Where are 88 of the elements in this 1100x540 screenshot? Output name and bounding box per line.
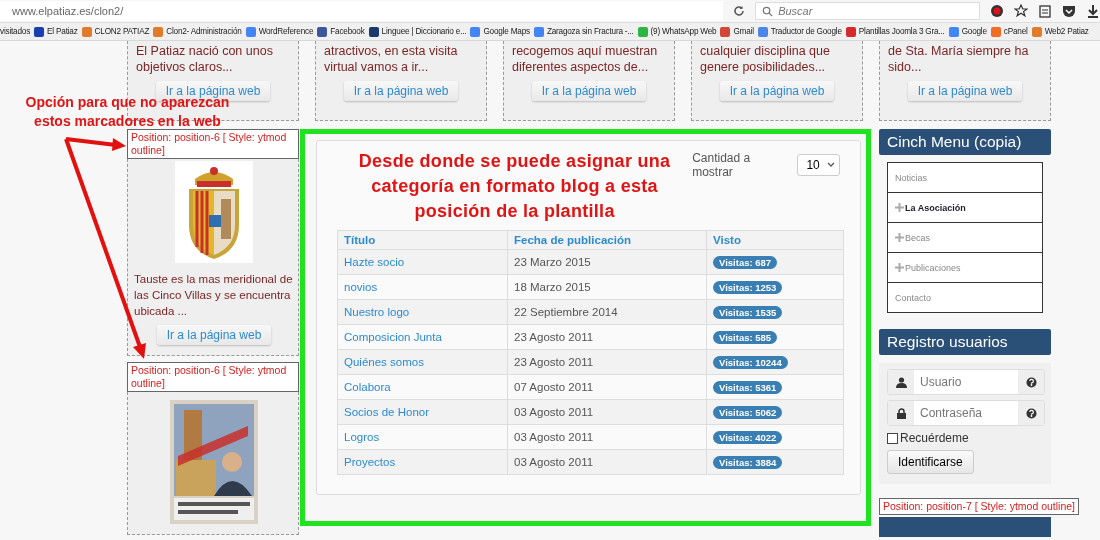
card-text: El Patiaz nació con unos objetivos claros... <box>136 43 274 75</box>
remember-label: Recuérdeme <box>900 431 969 445</box>
table-cell: 22 Septiembre 2014 <box>507 299 707 325</box>
bookmark[interactable]: Facebook <box>317 26 365 37</box>
record-icon[interactable] <box>990 4 1004 18</box>
menu-item[interactable]: Noticias <box>888 163 1042 193</box>
bookmark[interactable]: Clon2- Administración <box>153 26 242 37</box>
search-field[interactable]: Buscar <box>755 2 980 20</box>
menu-item[interactable]: Contacto <box>888 283 1042 312</box>
bookmark[interactable]: WordReference <box>245 26 314 37</box>
table-cell: 18 Marzo 2015 <box>507 274 707 300</box>
views-badge: Visitas: 4022 <box>713 431 783 444</box>
card-text: atractivos, en esta visita virtual vamos a ir... <box>324 43 459 75</box>
bookmark[interactable]: Plantillas Joomla 3 Gra... <box>845 26 945 37</box>
login-button[interactable]: Identificarse <box>887 450 974 474</box>
download-icon[interactable] <box>1086 4 1100 18</box>
card-text: de Sta. María siempre ha sido... <box>888 43 1030 75</box>
module-title: Cinch Menu (copia) <box>879 129 1051 155</box>
views-badge: Visitas: 585 <box>713 331 778 344</box>
bookmark[interactable]: Linguee | Diccionario e... <box>368 26 467 37</box>
module-title: Registro usuarios <box>879 329 1051 355</box>
menu-item[interactable]: Becas <box>888 223 1042 253</box>
article-link[interactable]: Proyectos <box>344 456 396 468</box>
website-button[interactable]: Ir a la página web <box>531 81 647 101</box>
bookmark[interactable]: Web2 Patiaz <box>1031 26 1089 37</box>
bookmark[interactable]: visitados <box>0 27 31 36</box>
menu-item[interactable]: Publicaciones <box>888 253 1042 283</box>
reload-icon[interactable] <box>733 5 746 17</box>
views-badge: Visitas: 1535 <box>713 306 783 319</box>
table-cell: 23 Agosto 2011 <box>507 324 707 350</box>
website-button[interactable]: Ir a la página web <box>343 81 459 101</box>
menu-item[interactable]: La Asociación <box>888 193 1042 223</box>
bookmark[interactable]: cPanel <box>990 26 1028 37</box>
bookmark[interactable]: (9) WhatsApp Web <box>637 26 717 37</box>
table-cell: 03 Agosto 2011 <box>507 424 707 450</box>
bookmark[interactable]: Gmail <box>720 26 754 37</box>
annotation-text: Desde donde se puede asignar una categoría en formato blog a esta posición de la plantilla <box>357 150 672 223</box>
help-icon[interactable] <box>1025 407 1037 419</box>
views-badge: Visitas: 10244 <box>713 356 788 369</box>
position-label: Position: position-7 [ Style: ytmod outline] <box>879 498 1079 515</box>
table-cell: 07 Agosto 2011 <box>507 374 707 400</box>
views-badge: Visitas: 687 <box>713 256 778 269</box>
bookmark[interactable]: El Patiaz <box>34 26 78 37</box>
card-text: Tauste es la mas meridional de las Cinco Villas y se encuentra ubicada ... <box>134 272 294 319</box>
card-text: recogemos aquí muestran diferentes aspectos de... <box>512 43 659 75</box>
user-icon <box>895 376 907 388</box>
search-input[interactable]: Buscar <box>778 5 969 17</box>
website-button[interactable]: Ir a la página web <box>907 81 1023 101</box>
website-button[interactable]: Ir a la página web <box>156 325 272 345</box>
address-field[interactable]: www.elpatiaz.es/clon2/ <box>0 1 724 21</box>
bookmark[interactable]: Google Maps <box>470 26 530 37</box>
column-header[interactable]: Título <box>337 230 508 250</box>
website-button[interactable]: Ir a la página web <box>719 81 835 101</box>
url-text: www.elpatiaz.es/clon2/ <box>12 5 124 17</box>
article-link[interactable]: Colabora <box>344 381 391 393</box>
help-icon[interactable] <box>1025 376 1037 388</box>
remember-checkbox[interactable] <box>887 432 898 444</box>
username-field[interactable]: Usuario <box>887 369 1045 395</box>
column-header[interactable]: Visto <box>706 230 844 250</box>
views-badge: Visitas: 5062 <box>713 406 783 419</box>
bookmark[interactable]: Traductor de Google <box>757 26 842 37</box>
lock-icon <box>895 407 907 419</box>
password-field[interactable]: Contraseña <box>887 400 1045 426</box>
article-link[interactable]: Nuestro logo <box>344 306 410 318</box>
caret-icon <box>827 162 835 168</box>
card-text: cualquier disciplina que genere posibilidades... <box>700 43 831 75</box>
views-badge: Visitas: 5361 <box>713 381 783 394</box>
article-link[interactable]: Logros <box>344 431 380 443</box>
limit-select[interactable]: 10 <box>797 154 840 176</box>
table-cell: 03 Agosto 2011 <box>507 399 707 425</box>
views-badge: Visitas: 1253 <box>713 281 783 294</box>
table-cell: 23 Agosto 2011 <box>507 349 707 375</box>
views-badge: Visitas: 3884 <box>713 456 783 469</box>
pocket-icon[interactable] <box>1062 4 1076 18</box>
article-link[interactable]: novios <box>344 281 378 293</box>
limit-label: Cantidad a mostrar <box>692 151 752 179</box>
search-icon <box>762 5 774 17</box>
star-icon[interactable] <box>1014 4 1028 18</box>
position-label: Position: position-6 [ Style: ytmod outline] <box>127 362 299 392</box>
position-label: Position: position-6 [ Style: ytmod outline] <box>127 129 299 159</box>
article-link[interactable]: Hazte socio <box>344 256 405 268</box>
bookmark[interactable]: Zaragoza sin Fractura -... <box>533 26 634 37</box>
bookmark[interactable]: Google <box>948 26 987 37</box>
table-cell: 23 Marzo 2015 <box>507 249 707 275</box>
table-cell: 03 Agosto 2011 <box>507 449 707 475</box>
column-header[interactable]: Fecha de publicación <box>507 230 707 250</box>
bookmark[interactable]: CLON2 PATIAZ <box>81 26 150 37</box>
clipboard-icon[interactable] <box>1038 4 1052 18</box>
